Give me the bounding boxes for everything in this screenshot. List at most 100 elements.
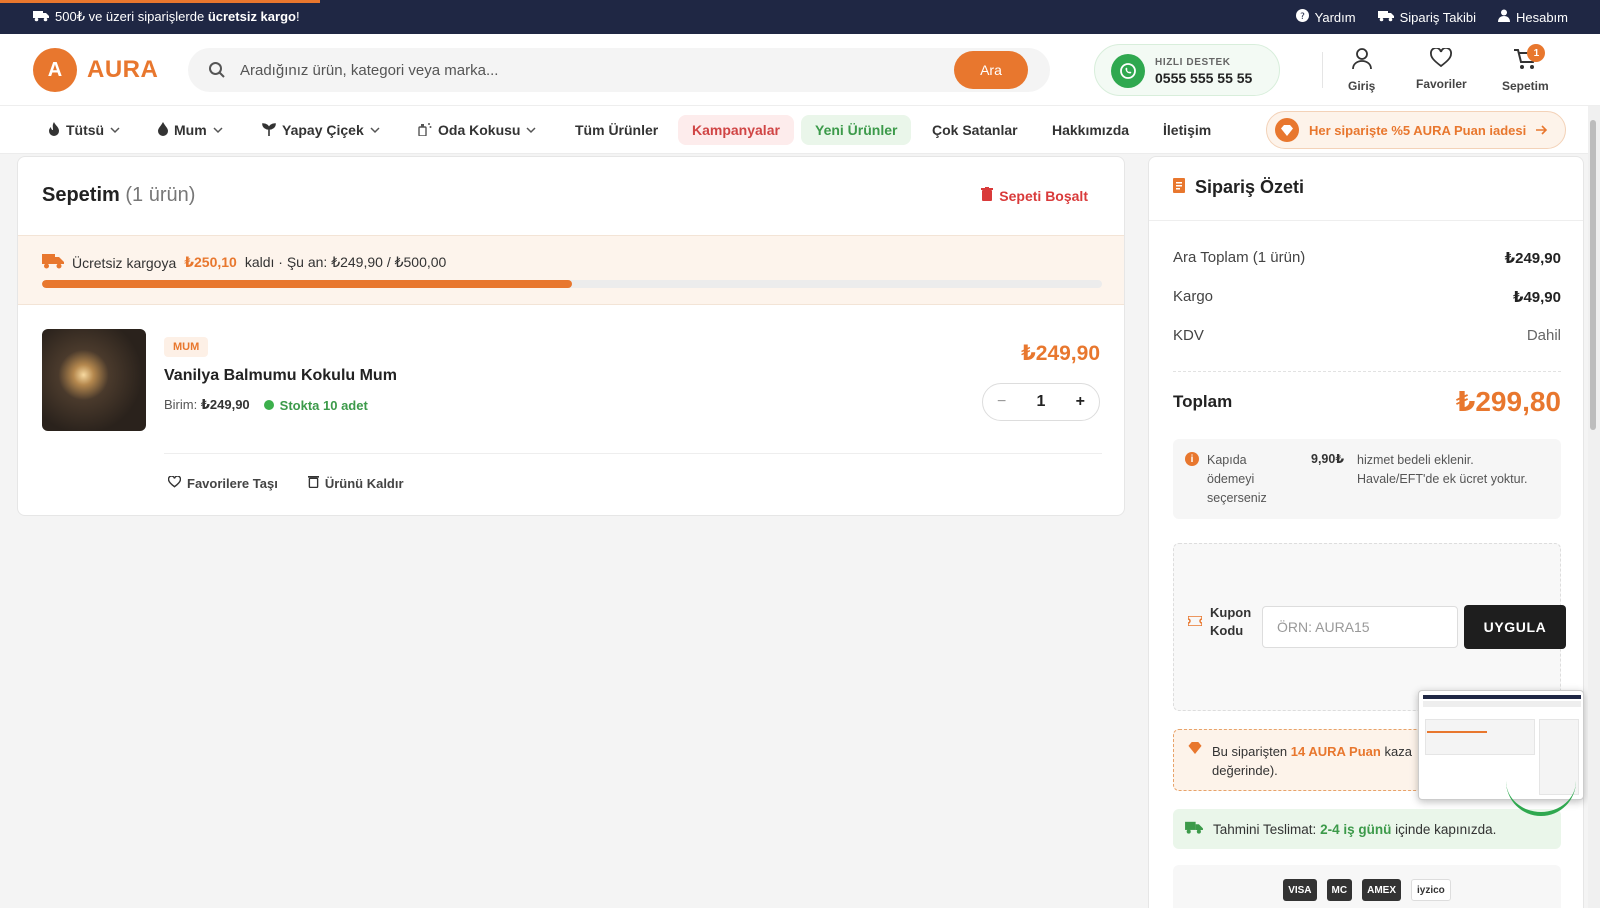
nav-item-yeni-urunler[interactable]: Yeni Ürünler [801,115,912,145]
logo-mark: A [33,48,77,92]
truck-icon [42,253,64,272]
shipping-value: ₺49,90 [1513,289,1561,306]
coupon-input[interactable] [1262,606,1458,648]
flame-icon [48,121,60,139]
search-button[interactable]: Ara [954,51,1028,89]
visa-icon: VISA [1283,879,1317,901]
drop-icon [158,121,168,139]
progress-track [42,280,1102,288]
category-nav: Tütsü Mum Yapay Çiçek Oda Kokusu Tüm Ürü… [0,106,1600,154]
heart-icon [1430,47,1453,71]
topbar-accent-line [0,0,320,3]
account-link[interactable]: Hesabım [1497,9,1568,25]
coupon-box: Kupon Kodu UYGULA [1173,543,1566,711]
amex-icon: AMEX [1362,879,1401,901]
nav-item-cok-satanlar[interactable]: Çok Satanlar [932,115,1018,145]
chevron-down-icon [213,127,223,134]
gem-icon [1188,742,1202,757]
scrollbar-thumb[interactable] [1590,120,1596,430]
user-icon [1351,48,1372,73]
free-shipping-progress: Ücretsiz kargoya ₺250,10 kaldı · Şu an: … [18,235,1124,305]
progress-fill [42,280,572,288]
summary-divider [1173,371,1561,372]
aura-points-banner[interactable]: Her siparişte %5 AURA Puan iadesi [1266,111,1566,149]
flower-icon [262,122,276,139]
ticket-icon [1187,613,1203,631]
logo-name: AURA [87,56,159,83]
coupon-label: Kupon Kodu [1187,604,1254,640]
decrease-qty-button[interactable]: − [997,393,1006,411]
nav-item-iletisim[interactable]: İletişim [1163,115,1211,145]
cod-fee: 9,90₺ [1311,452,1345,466]
search-icon [208,61,226,79]
cart-icon: 1 [1513,44,1546,73]
free-shipping-remaining: ₺250,10 [184,254,237,270]
login-button[interactable]: Giriş [1348,48,1375,93]
stock-dot-icon [263,400,274,410]
cart-item-count: (1 ürün) [125,184,196,206]
nav-item-tutsu[interactable]: Tütsü [48,115,120,145]
increase-qty-button[interactable]: + [1076,393,1085,411]
product-image[interactable] [42,329,146,431]
quantity-stepper: − 1 + [982,383,1100,421]
heart-icon [167,474,182,491]
iyzico-icon: iyzico [1411,879,1451,901]
total-row: Toplam ₺299,80 [1173,386,1561,417]
whatsapp-icon [1111,54,1145,88]
header-divider [1322,52,1323,88]
subtotal-value: ₺249,90 [1504,250,1561,267]
truck-icon [33,10,49,25]
clear-cart-button[interactable]: Sepeti Boşalt [981,187,1088,204]
nav-item-hakkimizda[interactable]: Hakkımızda [1052,115,1129,145]
help-link[interactable]: ? Yardım [1295,9,1356,25]
site-logo[interactable]: A AURA [33,48,158,92]
chevron-down-icon [110,127,120,134]
payment-methods: VISA MC AMEX iyzico [1173,865,1561,908]
order-tracking-link[interactable]: Sipariş Takibi [1377,9,1476,25]
question-icon: ? [1295,9,1309,25]
remove-item-button[interactable]: Ürünü Kaldır [307,475,404,491]
search-bar: Ara [188,48,1050,92]
unit-price: ₺249,90 [200,397,250,412]
total-value: ₺299,80 [1455,386,1561,417]
receipt-icon [1173,177,1185,198]
top-announcement-bar: 500₺ ve üzeri siparişlerde ücretsiz karg… [0,0,1600,34]
nav-item-tum-urunler[interactable]: Tüm Ürünler [575,115,658,145]
nav-item-kampanyalar[interactable]: Kampanyalar [678,115,794,145]
chevron-down-icon [370,127,380,134]
cart-title: Sepetim (1 ürün) [42,184,196,206]
cart-count-badge: 1 [1527,44,1546,62]
svg-text:?: ? [1300,12,1305,22]
product-name[interactable]: Vanilya Balmumu Kokulu Mum [164,367,397,385]
nav-item-mum[interactable]: Mum [158,115,223,145]
info-icon: i [1185,452,1199,466]
quantity-value[interactable]: 1 [1037,393,1046,411]
move-to-favorites-button[interactable]: Favorilere Taşı [167,474,278,491]
shipping-row: Kargo ₺49,90 [1173,288,1561,306]
cash-on-delivery-note: i Kapıda ödemeyi seçerseniz 9,90₺ hizmet… [1173,439,1561,519]
product-category-badge: MUM [164,337,209,357]
quick-support[interactable]: HIZLI DESTEK 0555 555 55 55 [1094,44,1280,96]
trash-icon [981,187,994,204]
nav-item-oda-kokusu[interactable]: Oda Kokusu [418,115,536,145]
favorites-button[interactable]: Favoriler [1416,47,1467,91]
cart-panel: Sepetim (1 ürün) Sepeti Boşalt Ücretsiz … [17,156,1125,516]
stock-status: Stokta 10 adet [263,398,368,413]
product-line-price: ₺249,90 [1021,342,1100,365]
arrow-right-icon [1536,123,1548,138]
nav-item-yapay-cicek[interactable]: Yapay Çiçek [262,115,380,145]
site-header: A AURA Ara HIZLI DESTEK 0555 555 55 55 G… [0,34,1600,106]
truck-icon [1185,821,1203,837]
item-divider [164,453,1102,454]
tax-value: Dahil [1526,327,1561,344]
mastercard-icon: MC [1326,879,1353,901]
search-input[interactable] [240,58,940,82]
tax-row: KDV Dahil [1173,327,1561,344]
truck-icon [1377,10,1394,25]
chevron-down-icon [526,127,536,134]
cart-button[interactable]: 1 Sepetim [1502,44,1549,93]
support-phone: 0555 555 55 55 [1155,70,1253,86]
trash-icon [307,475,319,491]
delivery-days: 2-4 iş günü [1320,821,1392,837]
apply-coupon-button[interactable]: UYGULA [1464,605,1566,649]
